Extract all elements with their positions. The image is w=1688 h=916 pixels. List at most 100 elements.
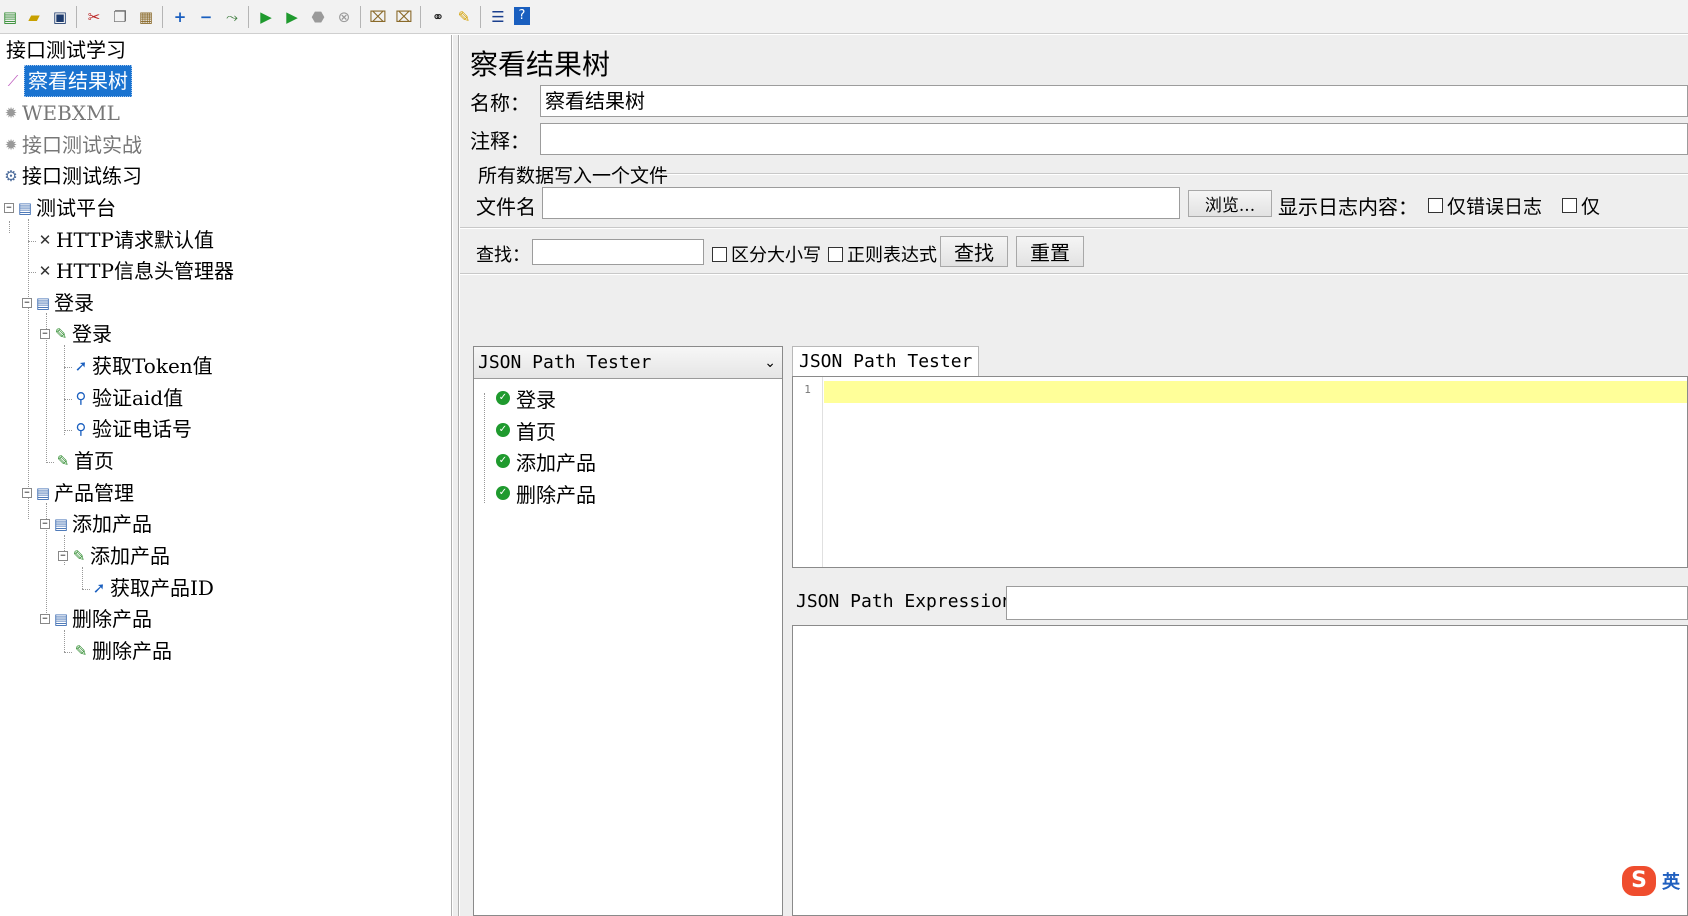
paste-icon[interactable]: ▦ [136, 7, 156, 27]
tree-connector [28, 241, 36, 242]
regex-checkbox[interactable]: 正则表达式 [828, 241, 937, 267]
name-label: 名称： [470, 91, 530, 115]
sampler-icon: ✎ [74, 642, 88, 660]
tree-item-get-token[interactable]: ➚ 获取Token值 [72, 351, 213, 381]
tree-item-verify-aid[interactable]: ⚲ 验证aid值 [72, 383, 184, 413]
response-editor[interactable]: 1 [792, 376, 1688, 568]
tree-item-test-plan[interactable]: 接口测试学习 [6, 35, 126, 65]
tree-item-verify-phone[interactable]: ⚲ 验证电话号 [72, 414, 193, 444]
view-results-tree-panel: 察看结果树 名称： 察看结果树 注释： 所有数据写入一个文件 文件名 浏览...… [460, 35, 1688, 916]
open-icon[interactable]: ▰ [24, 7, 44, 27]
expand-icon[interactable]: + [170, 7, 190, 27]
search-icon[interactable]: ⚭ [428, 7, 448, 27]
search-label: 查找： [476, 245, 530, 266]
tree-item-label: 获取Token值 [92, 354, 213, 378]
search-input[interactable] [532, 239, 704, 265]
expression-input[interactable] [1006, 586, 1688, 620]
sample-label: 登录 [516, 387, 556, 412]
success-only-checkbox[interactable]: 仅 [1562, 192, 1600, 219]
tree-connector [484, 393, 485, 503]
collapse-toggle-icon[interactable]: − [58, 551, 68, 561]
collapse-toggle-icon[interactable]: − [40, 519, 50, 529]
tree-item-label: 登录 [72, 322, 112, 346]
tree-item-login-sampler[interactable]: − ✎ 登录 [40, 319, 112, 349]
save-icon[interactable]: ▣ [50, 7, 70, 27]
stop-icon[interactable]: ⬣ [308, 7, 328, 27]
tab-json-path-tester[interactable]: JSON Path Tester [792, 346, 980, 376]
sampler-icon: ✎ [56, 452, 70, 470]
renderer-dropdown[interactable]: JSON Path Tester ⌄ [474, 347, 782, 379]
collapse-toggle-icon[interactable]: − [4, 203, 14, 213]
ime-indicator[interactable]: S 英 [1622, 866, 1680, 896]
tree-item-test-platform[interactable]: − ▤ 测试平台 [4, 193, 116, 223]
errors-only-label: 仅错误日志 [1447, 196, 1543, 218]
start-no-pause-icon[interactable]: ▶ [282, 7, 302, 27]
case-sensitive-label: 区分大小写 [731, 245, 821, 266]
checkbox-box[interactable] [828, 246, 843, 262]
collapse-toggle-icon[interactable]: − [40, 614, 50, 624]
tree-item-login-controller[interactable]: − ▤ 登录 [22, 288, 94, 318]
success-icon: ✓ [496, 486, 510, 500]
tree-item-get-product-id[interactable]: ➚ 获取产品ID [90, 573, 214, 603]
tree-connector [64, 367, 72, 368]
split-divider[interactable] [460, 227, 1688, 229]
tree-item-http-header-manager[interactable]: ✕ HTTP信息头管理器 [36, 256, 234, 286]
sample-label: 首页 [516, 419, 556, 444]
renderer-value: JSON Path Tester [478, 352, 652, 373]
sample-result-item[interactable]: ✓ 添加产品 [496, 446, 596, 476]
sample-result-item[interactable]: ✓ 登录 [496, 383, 556, 413]
cut-icon[interactable]: ✂ [84, 7, 104, 27]
tree-item-product-management[interactable]: − ▤ 产品管理 [22, 478, 134, 508]
function-helper-icon[interactable]: ☰ [488, 7, 508, 27]
tree-item-label: HTTP请求默认值 [56, 228, 214, 252]
transaction-controller-icon: ▤ [35, 294, 51, 312]
collapse-toggle-icon[interactable]: − [22, 488, 32, 498]
file-section-title: 所有数据写入一个文件 [478, 165, 669, 187]
tree-connector [64, 652, 72, 653]
tree-connector [64, 430, 72, 431]
tree-item-add-product-sampler[interactable]: − ✎ 添加产品 [58, 541, 170, 571]
split-divider[interactable] [460, 273, 1688, 275]
errors-only-checkbox[interactable]: 仅错误日志 [1428, 192, 1542, 219]
copy-icon[interactable]: ❐ [110, 7, 130, 27]
checkbox-box[interactable] [712, 246, 727, 262]
toggle-icon[interactable]: ⤳ [222, 7, 242, 27]
reset-button[interactable]: 重置 [1016, 236, 1084, 267]
comment-field[interactable] [540, 123, 1688, 155]
test-plan-tree: 接口测试学习 ⟋ 察看结果树 ✹ WEBXML ✹ 接口测试实战 ⚙ 接口测试练… [0, 35, 452, 916]
collapse-icon[interactable]: − [196, 7, 216, 27]
tree-item-delete-product-sampler[interactable]: ✎ 删除产品 [72, 636, 172, 666]
start-icon[interactable]: ▶ [256, 7, 276, 27]
tree-item-view-results-tree[interactable]: ⟋ 察看结果树 [4, 65, 132, 97]
shutdown-icon[interactable]: ⊗ [334, 7, 354, 27]
filename-field[interactable] [542, 187, 1180, 219]
tree-item-http-defaults[interactable]: ✕ HTTP请求默认值 [36, 225, 214, 255]
reset-search-icon[interactable]: ✎ [454, 7, 474, 27]
checkbox-box[interactable] [1428, 198, 1443, 213]
new-icon[interactable]: ▤ [0, 7, 20, 27]
transaction-controller-icon: ▤ [53, 610, 69, 628]
find-button[interactable]: 查找 [940, 236, 1008, 267]
clear-all-icon[interactable]: ⌧ [394, 7, 414, 27]
clear-icon[interactable]: ⌧ [368, 7, 388, 27]
help-icon[interactable]: ? [514, 7, 530, 25]
name-field[interactable]: 察看结果树 [540, 85, 1688, 117]
sample-result-item[interactable]: ✓ 首页 [496, 415, 556, 445]
browse-button[interactable]: 浏览... [1188, 190, 1272, 217]
collapse-toggle-icon[interactable]: − [40, 329, 50, 339]
tree-item-interface-practice-combat[interactable]: ✹ 接口测试实战 [2, 130, 142, 160]
chevron-down-icon: ⌄ [764, 355, 776, 371]
tree-item-interface-practice[interactable]: ⚙ 接口测试练习 [2, 161, 142, 191]
tree-item-home-sampler[interactable]: ✎ 首页 [54, 446, 114, 476]
sample-result-item[interactable]: ✓ 删除产品 [496, 478, 596, 508]
tree-item-webxml[interactable]: ✹ WEBXML [2, 98, 120, 128]
tree-connector [28, 272, 36, 273]
collapse-toggle-icon[interactable]: − [22, 298, 32, 308]
split-pane-divider[interactable] [453, 35, 459, 916]
regex-label: 正则表达式 [847, 245, 937, 266]
tree-item-delete-product-controller[interactable]: − ▤ 删除产品 [40, 604, 152, 634]
case-sensitive-checkbox[interactable]: 区分大小写 [712, 241, 821, 267]
checkbox-box[interactable] [1562, 198, 1577, 213]
expression-result-area [792, 625, 1688, 916]
tree-item-add-product-controller[interactable]: − ▤ 添加产品 [40, 509, 152, 539]
